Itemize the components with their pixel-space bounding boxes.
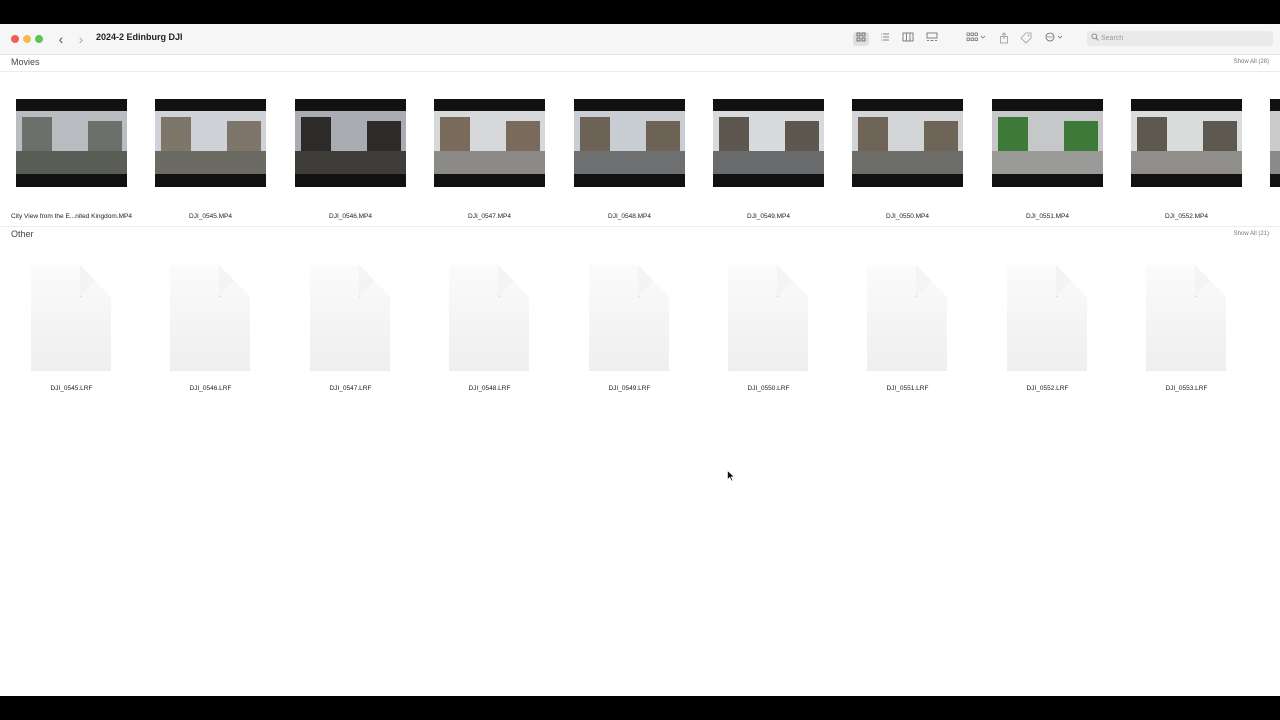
document-page	[728, 265, 808, 371]
thumbnail-ground	[852, 151, 963, 174]
thumbnail-sky	[1270, 111, 1280, 151]
thumbnail-ground	[295, 151, 406, 174]
video-thumbnail[interactable]	[713, 99, 824, 187]
video-thumbnail[interactable]	[155, 99, 266, 187]
file-name-label: DJI_0547.MP4	[468, 213, 511, 220]
group-icon[interactable]	[964, 32, 990, 46]
document-page	[1007, 265, 1087, 371]
zoom-window-button[interactable]	[35, 35, 43, 43]
window-title: 2024-2 Edinburg DJI	[96, 32, 183, 42]
video-thumbnail[interactable]	[295, 99, 406, 187]
search-icon	[1091, 31, 1099, 46]
file-name-label: DJI_0549.MP4	[747, 213, 790, 220]
thumbnail-ground	[16, 151, 127, 174]
divider	[0, 226, 1280, 227]
video-thumbnail[interactable]	[574, 99, 685, 187]
more-actions-icon[interactable]	[1043, 32, 1067, 46]
show-all-other-button[interactable]: Show All (21)	[1234, 231, 1269, 237]
file-name-label: DJI_0546.LRF	[189, 385, 232, 392]
document-page	[449, 265, 529, 371]
file-name-label: DJI_0553.LRF	[1165, 385, 1208, 392]
document-icon[interactable]	[1007, 265, 1087, 371]
share-icon[interactable]	[997, 32, 1011, 46]
file-name-label: DJI_0546.MP4	[329, 213, 372, 220]
thumbnail-ground	[992, 151, 1103, 174]
document-page	[310, 265, 390, 371]
thumbnail-ground	[434, 151, 545, 174]
document-icon[interactable]	[310, 265, 390, 371]
toolbar: ‹ › 2024-2 Edinburg DJI	[0, 24, 1280, 55]
column-view-icon[interactable]	[900, 32, 916, 46]
document-icon[interactable]	[589, 265, 669, 371]
document-icon[interactable]	[867, 265, 947, 371]
document-icon[interactable]	[728, 265, 808, 371]
search-input[interactable]	[1101, 31, 1266, 46]
video-thumbnail[interactable]	[992, 99, 1103, 187]
video-thumbnail[interactable]	[852, 99, 963, 187]
document-page	[31, 265, 111, 371]
document-icon[interactable]	[31, 265, 111, 371]
file-name-label: DJI_0548.MP4	[608, 213, 651, 220]
document-page	[589, 265, 669, 371]
thumbnail-ground	[1131, 151, 1242, 174]
file-name-label: DJI_0552.MP4	[1165, 213, 1208, 220]
finder-window: ‹ › 2024-2 Edinburg DJI Search Movies Sh…	[0, 24, 1280, 696]
file-name-label: City View from the E...nited Kingdom.MP4	[11, 213, 132, 220]
video-thumbnail[interactable]	[434, 99, 545, 187]
other-section-header: Other Show All (21)	[0, 229, 1280, 245]
back-button[interactable]: ‹	[54, 31, 68, 47]
file-name-label: DJI_0550.MP4	[886, 213, 929, 220]
file-name-label: DJI_0545.MP4	[189, 213, 232, 220]
file-name-label: DJI_0551.LRF	[886, 385, 929, 392]
section-title-movies: Movies	[11, 57, 40, 67]
thumbnail-ground	[574, 151, 685, 174]
show-all-movies-button[interactable]: Show All (28)	[1234, 59, 1269, 65]
list-view-icon[interactable]	[877, 32, 893, 46]
file-name-label: DJI_0549.LRF	[608, 385, 651, 392]
minimize-window-button[interactable]	[23, 35, 31, 43]
gallery-view-icon[interactable]	[924, 32, 940, 46]
file-name-label: DJI_0547.LRF	[329, 385, 372, 392]
video-thumbnail[interactable]	[16, 99, 127, 187]
file-name-label: DJI_0552.LRF	[1026, 385, 1069, 392]
document-icon[interactable]	[1146, 265, 1226, 371]
section-title-other: Other	[11, 229, 34, 239]
video-thumbnail[interactable]	[1131, 99, 1242, 187]
icon-view-icon[interactable]	[853, 32, 869, 46]
tag-icon[interactable]	[1019, 32, 1033, 46]
video-thumbnail-partial[interactable]	[1270, 99, 1280, 187]
search-field[interactable]	[1087, 31, 1273, 46]
thumbnail-ground	[155, 151, 266, 174]
thumbnail-ground	[713, 151, 824, 174]
document-icon[interactable]	[449, 265, 529, 371]
mouse-cursor-icon	[727, 470, 735, 482]
thumbnail-ground	[1270, 151, 1280, 174]
forward-button[interactable]: ›	[74, 31, 88, 47]
file-name-label: DJI_0551.MP4	[1026, 213, 1069, 220]
document-page	[867, 265, 947, 371]
document-page	[170, 265, 250, 371]
file-name-label: DJI_0550.LRF	[747, 385, 790, 392]
close-window-button[interactable]	[11, 35, 19, 43]
document-icon[interactable]	[170, 265, 250, 371]
file-name-label: DJI_0545.LRF	[50, 385, 93, 392]
document-page	[1146, 265, 1226, 371]
divider	[0, 71, 1280, 72]
file-name-label: DJI_0548.LRF	[468, 385, 511, 392]
